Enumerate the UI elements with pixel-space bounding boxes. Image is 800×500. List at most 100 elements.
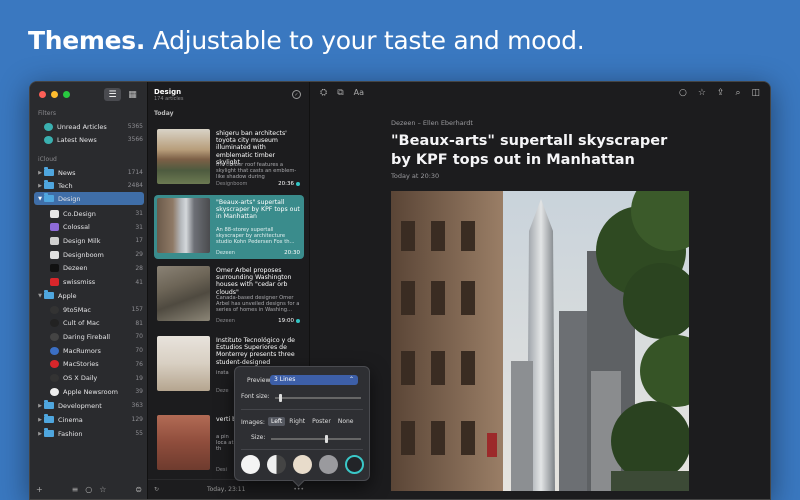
share-icon[interactable]: ⇪ <box>717 88 725 98</box>
list-view-icon[interactable]: ☰ <box>104 88 121 101</box>
sidebar-folder-apple[interactable]: ▼ Apple <box>30 289 148 302</box>
unread-dot <box>296 181 300 186</box>
text-size-button[interactable]: Aa <box>354 88 364 98</box>
chevron-down-icon[interactable]: ▼ <box>36 293 44 299</box>
sidebar-feed[interactable]: 9to5Mac 157 <box>30 303 148 316</box>
sidebar-feed[interactable]: Daring Fireball 70 <box>30 330 148 343</box>
zoom-window-button[interactable] <box>63 91 70 98</box>
sidebar-item-unread[interactable]: Unread Articles 5365 <box>30 120 148 133</box>
more-options-icon[interactable]: ••• <box>293 486 304 493</box>
folder-icon <box>44 414 54 423</box>
sidebar-feed[interactable]: Apple Newsroom 39 <box>30 385 148 398</box>
sidebar-item-label: Development <box>58 401 102 410</box>
sidebar-folder-tech[interactable]: ▶ Tech 2484 <box>30 179 148 192</box>
add-icon[interactable]: + <box>36 485 43 494</box>
sidebar-feed[interactable]: Design Milk 17 <box>30 234 148 247</box>
search-icon[interactable]: ⌕ <box>735 88 740 98</box>
colossal-icon <box>50 223 59 232</box>
article-photo <box>391 191 689 491</box>
unread-count: 28 <box>135 264 143 272</box>
filter-icon[interactable]: ⊜ <box>135 485 142 494</box>
theme-sepia-swatch[interactable] <box>293 455 312 474</box>
image-option-none[interactable]: None <box>335 417 357 426</box>
sidebar-feed[interactable]: MacStories 76 <box>30 358 148 371</box>
article-thumbnail <box>157 415 210 470</box>
chevron-right-icon[interactable]: ▶ <box>36 183 44 189</box>
article-title: Omer Arbel proposes surrounding Washingt… <box>216 267 292 296</box>
sidebar-feed[interactable]: Cult of Mac 81 <box>30 317 148 330</box>
close-window-button[interactable] <box>39 91 46 98</box>
theme-gray-swatch[interactable] <box>319 455 338 474</box>
image-size-slider[interactable] <box>271 435 361 443</box>
image-option-poster[interactable]: Poster <box>309 417 334 426</box>
sidebar-item-latest[interactable]: Latest News 3566 <box>30 133 148 146</box>
chevron-right-icon[interactable]: ▶ <box>36 170 44 176</box>
mark-unread-icon[interactable]: ○ <box>679 88 687 98</box>
sidebar-item-label: Apple Newsroom <box>63 387 118 396</box>
grid-view-icon[interactable]: ▦ <box>124 88 141 101</box>
article-date: Today at 20:30 <box>391 172 440 180</box>
article-card-selected[interactable]: "Beaux-arts" supertall skyscraper by KPF… <box>154 195 304 259</box>
unread-count: 29 <box>135 251 143 259</box>
sidebar-item-label: Latest News <box>57 135 97 144</box>
list-title: Design <box>154 88 182 96</box>
article-card[interactable]: Omer Arbel proposes surrounding Washingt… <box>154 263 304 327</box>
sidebar-feed[interactable]: Dezeen 28 <box>30 262 148 275</box>
mark-all-read-icon[interactable]: ✓ <box>292 90 301 99</box>
list-filter-icon[interactable]: ≡ <box>72 485 79 494</box>
sidebar-toggle-icon[interactable]: ◫ <box>751 88 760 98</box>
image-size-knob[interactable] <box>325 435 328 443</box>
sidebar-item-label: Cult of Mac <box>63 319 100 328</box>
image-option-right[interactable]: Right <box>286 417 308 426</box>
folder-count: 1714 <box>127 169 143 176</box>
theme-auto-swatch[interactable] <box>267 455 286 474</box>
chevron-right-icon[interactable]: ▶ <box>36 417 44 423</box>
chevron-down-icon[interactable]: ▼ <box>36 196 44 202</box>
minimize-window-button[interactable] <box>51 91 58 98</box>
article-card[interactable]: shigeru ban architects' toyota city muse… <box>154 126 304 190</box>
designmilk-icon <box>50 236 59 245</box>
sidebar-feed[interactable]: swissmiss 41 <box>30 276 148 289</box>
sidebar-feed[interactable]: OS X Daily 19 <box>30 372 148 385</box>
cultofmac-icon <box>50 319 59 328</box>
article-time: 20:36 <box>278 181 300 187</box>
folder-count: 55 <box>135 430 143 437</box>
sidebar-feed[interactable]: Colossal 31 <box>30 221 148 234</box>
sidebar-folder-news[interactable]: ▶ News 1714 <box>30 166 148 179</box>
starred-filter-icon[interactable]: ☆ <box>99 485 106 494</box>
sidebar-folder[interactable]: ▶ Cinema 129 <box>30 413 148 426</box>
sidebar-feed[interactable]: Co.Design 31 <box>30 207 148 220</box>
sidebar-feed[interactable]: Designboom 29 <box>30 248 148 261</box>
star-icon[interactable]: ☆ <box>698 88 706 98</box>
theme-dark-swatch[interactable] <box>345 455 364 474</box>
font-size-slider[interactable] <box>275 394 361 402</box>
font-size-knob[interactable] <box>279 394 283 402</box>
unread-filter-icon[interactable]: ○ <box>85 485 92 494</box>
theme-light-swatch[interactable] <box>241 455 260 474</box>
sidebar-folder-design[interactable]: ▼ Design <box>34 192 144 205</box>
image-option-left[interactable]: Left <box>268 417 286 426</box>
sidebar-feed[interactable]: MacRumors 70 <box>30 344 148 357</box>
sidebar-item-label: Dezeen <box>63 264 88 273</box>
day-header: Today <box>154 110 174 117</box>
window-controls <box>39 91 70 98</box>
unread-count: 31 <box>135 210 143 217</box>
unread-count: 70 <box>135 347 143 355</box>
reader-mode-icon[interactable]: ⛭ <box>320 88 327 98</box>
chevron-right-icon[interactable]: ▶ <box>36 431 44 437</box>
article-byline: Dezeen – Ellen Eberhardt <box>391 119 473 127</box>
refresh-icon[interactable]: ↻ <box>154 486 159 493</box>
chevron-right-icon[interactable]: ▶ <box>36 403 44 409</box>
reader-toolbar-right: ○ ☆ ⇪ ⌕ ◫ <box>679 88 760 98</box>
sidebar-folder[interactable]: ▶ Fashion 55 <box>30 427 148 440</box>
tabs-icon[interactable]: ⧉ <box>337 88 343 98</box>
folder-icon <box>44 193 54 202</box>
preview-select[interactable]: 3 Lines <box>270 375 358 385</box>
app-window: ☰ ▦ Filters Unread Articles 5365 Latest … <box>29 81 771 500</box>
unread-count: 17 <box>135 237 143 245</box>
article-snippet: the timber roof features a skylight that… <box>216 162 297 181</box>
sidebar-folder[interactable]: ▶ Development 363 <box>30 399 148 412</box>
sidebar: ☰ ▦ Filters Unread Articles 5365 Latest … <box>30 82 148 499</box>
article-snippet: Canada-based designer Omer Arbel has unv… <box>216 295 300 314</box>
folder-icon <box>44 290 54 299</box>
